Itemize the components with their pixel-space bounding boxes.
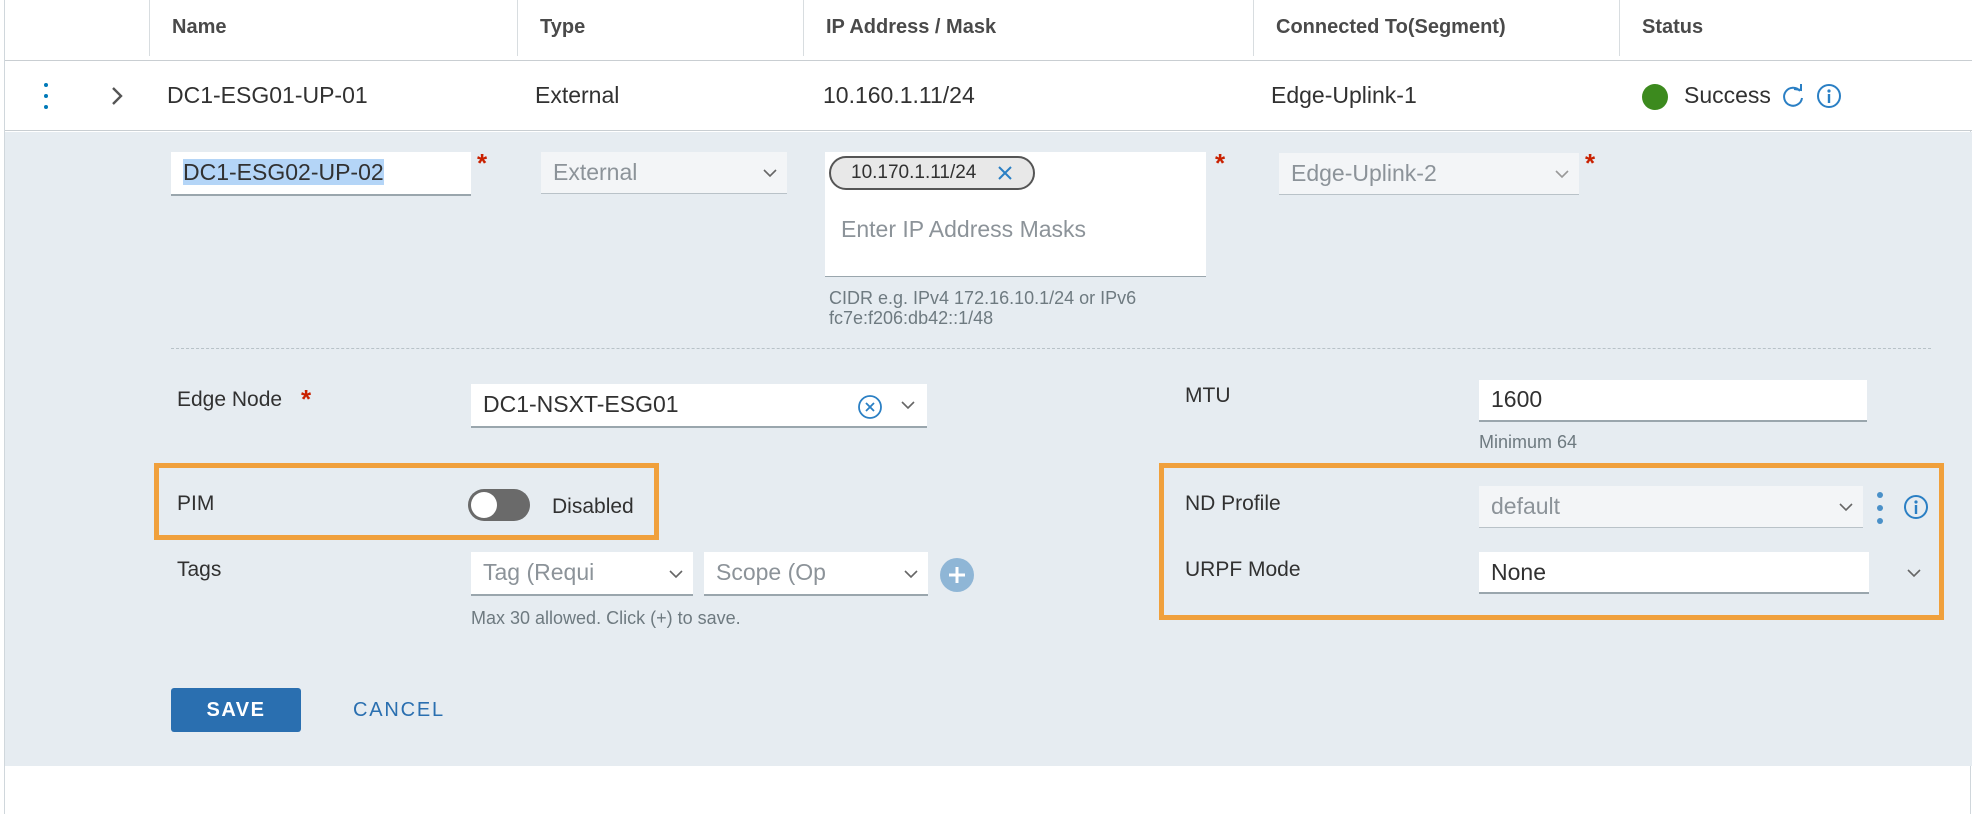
info-icon[interactable] [1816,83,1842,109]
header-ip-mask[interactable]: IP Address / Mask [803,0,1253,56]
type-select[interactable]: External [541,152,787,194]
segment-select[interactable]: Edge-Uplink-2 [1279,153,1579,195]
chevron-down-icon[interactable] [1907,566,1921,580]
pim-label: PIM [177,492,215,515]
kebab-icon[interactable] [1877,492,1883,524]
urpf-value: None [1491,559,1546,585]
ip-address-input[interactable]: 10.170.1.11/24 Enter IP Address Masks [825,152,1206,277]
chevron-down-icon [1555,170,1569,179]
chevron-down-icon [901,401,915,410]
cancel-button[interactable]: CANCEL [353,688,445,732]
tag-placeholder: Tag (Requi [483,559,595,585]
header-connected-to[interactable]: Connected To(Segment) [1253,0,1619,56]
ip-chip: 10.170.1.11/24 [829,156,1035,190]
chevron-right-icon[interactable] [107,85,127,107]
nd-profile-label: ND Profile [1185,492,1281,515]
table-header: Name Type IP Address / Mask Connected To… [5,0,1972,61]
name-input[interactable]: DC1-ESG02-UP-02 [171,152,471,196]
table-row: DC1-ESG01-UP-01 External 10.160.1.11/24 … [5,61,1972,131]
ip-hint-line2: fc7e:f206:db42::1/48 [829,308,994,328]
row-ip: 10.160.1.11/24 [823,82,975,108]
scope-select[interactable]: Scope (Op [704,552,928,596]
chevron-down-icon [669,570,683,579]
tags-label: Tags [177,558,222,581]
mtu-input[interactable]: 1600 [1479,380,1867,422]
edge-node-label: Edge Node [177,388,283,411]
nd-profile-value: default [1491,493,1561,519]
close-icon[interactable] [997,165,1013,181]
edge-node-value: DC1-NSXT-ESG01 [483,391,679,417]
interfaces-table: Name Type IP Address / Mask Connected To… [4,0,1972,814]
clear-circle-icon[interactable] [857,394,883,420]
mtu-label: MTU [1185,384,1231,407]
ip-hint-line1: CIDR e.g. IPv4 172.16.10.1/24 or IPv6 [829,288,1137,308]
scope-placeholder: Scope (Op [716,559,826,585]
urpf-label: URPF Mode [1185,558,1301,581]
info-icon[interactable] [1903,494,1929,520]
segment-select-value: Edge-Uplink-2 [1291,160,1437,186]
nd-profile-select[interactable]: default [1479,486,1863,528]
refresh-icon[interactable] [1780,83,1806,109]
tag-select[interactable]: Tag (Requi [471,552,693,596]
type-select-value: External [553,159,638,185]
pim-state: Disabled [552,495,634,518]
header-type[interactable]: Type [517,0,803,56]
row-name: DC1-ESG01-UP-01 [167,82,368,108]
ip-placeholder: Enter IP Address Masks [841,216,1087,242]
section-divider [171,348,1931,349]
chevron-down-icon [1839,503,1853,512]
ip-chip-label: 10.170.1.11/24 [851,162,977,183]
kebab-icon[interactable] [43,83,49,109]
required-asterisk: * [1215,148,1226,178]
plus-icon[interactable] [940,558,974,592]
required-asterisk: * [301,384,312,414]
chevron-down-icon [763,169,777,178]
required-asterisk: * [477,148,488,178]
header-status[interactable]: Status [1619,0,1972,56]
row-segment: Edge-Uplink-1 [1271,82,1417,108]
row-type: External [535,82,620,108]
required-asterisk: * [1585,148,1596,178]
header-name[interactable]: Name [149,0,517,56]
chevron-down-icon [904,570,918,579]
urpf-select[interactable]: None [1479,552,1869,594]
edge-node-select[interactable]: DC1-NSXT-ESG01 [471,384,927,428]
name-value: DC1-ESG02-UP-02 [183,159,384,185]
save-button[interactable]: SAVE [171,688,301,732]
mtu-hint: Minimum 64 [1479,432,1578,452]
status-dot-icon [1642,84,1668,110]
row-status: Success [1684,82,1771,108]
pim-toggle[interactable] [468,489,530,521]
tags-hint: Max 30 allowed. Click (+) to save. [471,608,741,628]
